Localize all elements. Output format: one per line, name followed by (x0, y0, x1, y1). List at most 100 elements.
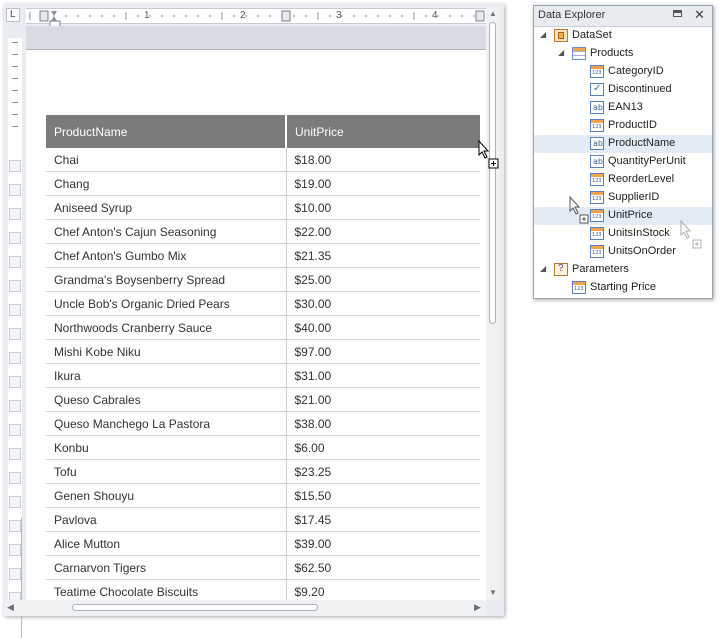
cell-unitprice[interactable]: $22.00 (286, 219, 480, 244)
row-selector[interactable] (9, 376, 21, 388)
table-row[interactable]: Chef Anton's Cajun Seasoning $22.00 (46, 219, 480, 244)
tree-node-dataset[interactable]: ◢ DataSet (534, 27, 712, 45)
cell-unitprice[interactable]: $21.00 (286, 387, 480, 412)
cell-productname[interactable]: Tofu (46, 459, 287, 484)
row-selector[interactable] (9, 496, 21, 508)
cell-productname[interactable]: Chang (46, 171, 287, 196)
cell-productname[interactable]: Teatime Chocolate Biscuits (46, 579, 287, 600)
row-selector[interactable] (9, 472, 21, 484)
row-selector[interactable] (9, 208, 21, 220)
cell-productname[interactable]: Grandma's Boysenberry Spread (46, 267, 287, 292)
cell-unitprice[interactable]: $17.45 (286, 507, 480, 532)
table-row[interactable]: Queso Cabrales $21.00 (46, 387, 480, 412)
cell-unitprice[interactable]: $10.00 (286, 195, 480, 220)
cell-unitprice[interactable]: $9.20 (286, 579, 480, 600)
horizontal-scrollbar[interactable]: ◀ ▶ (4, 600, 486, 616)
table-row[interactable]: Teatime Chocolate Biscuits $9.20 (46, 579, 480, 600)
tree-node-field[interactable]: SupplierID (534, 189, 712, 207)
horizontal-scroll-thumb[interactable] (72, 604, 318, 611)
vertical-scrollbar[interactable]: ▲ ▼ (486, 8, 500, 600)
cell-unitprice[interactable]: $15.50 (286, 483, 480, 508)
tree-node-products[interactable]: ◢ Products (534, 45, 712, 63)
table-row[interactable]: Aniseed Syrup $10.00 (46, 195, 480, 220)
cell-unitprice[interactable]: $97.00 (286, 339, 480, 364)
ruler-units-button[interactable]: L (6, 8, 20, 22)
row-selector[interactable] (9, 520, 21, 532)
ruler-margin-markers[interactable] (26, 9, 486, 23)
cell-productname[interactable]: Aniseed Syrup (46, 195, 287, 220)
collapse-arrow-icon[interactable]: ◢ (540, 265, 548, 273)
report-table[interactable]: ProductName UnitPrice Chai $18.00 Chang $19… (46, 115, 480, 600)
cell-productname[interactable]: Konbu (46, 435, 287, 460)
tree-node-parameter[interactable]: Starting Price (534, 279, 712, 297)
report-page[interactable]: ProductName UnitPrice Chai $18.00 Chang $19… (26, 50, 486, 600)
row-selector[interactable] (9, 400, 21, 412)
tree-node-field[interactable]: ProductID (534, 117, 712, 135)
row-selector[interactable] (9, 568, 21, 580)
tree-node-parameters[interactable]: ◢ Parameters (534, 261, 712, 279)
cell-unitprice[interactable]: $30.00 (286, 291, 480, 316)
cell-unitprice[interactable]: $25.00 (286, 267, 480, 292)
column-header-productname[interactable]: ProductName (46, 115, 287, 148)
table-row[interactable]: Pavlova $17.45 (46, 507, 480, 532)
cell-unitprice[interactable]: $19.00 (286, 171, 480, 196)
vertical-ruler[interactable] (8, 38, 22, 638)
tree-node-field[interactable]: EAN13 (534, 99, 712, 117)
cell-productname[interactable]: Northwoods Cranberry Sauce (46, 315, 287, 340)
scroll-left-arrow-icon[interactable]: ◀ (7, 602, 14, 613)
cell-productname[interactable]: Chai (46, 148, 287, 172)
row-selector[interactable] (9, 160, 21, 172)
table-row[interactable]: Northwoods Cranberry Sauce $40.00 (46, 315, 480, 340)
cell-unitprice[interactable]: $38.00 (286, 411, 480, 436)
cell-unitprice[interactable]: $21.35 (286, 243, 480, 268)
table-row[interactable]: Grandma's Boysenberry Spread $25.00 (46, 267, 480, 292)
tree-node-field[interactable]: CategoryID (534, 63, 712, 81)
table-row[interactable]: Tofu $23.25 (46, 459, 480, 484)
pin-icon[interactable] (673, 10, 682, 17)
tree-node-field[interactable]: QuantityPerUnit (534, 153, 712, 171)
tree-node-field[interactable]: ReorderLevel (534, 171, 712, 189)
row-selector[interactable] (9, 328, 21, 340)
row-selector[interactable] (9, 352, 21, 364)
row-selector[interactable] (9, 232, 21, 244)
tree-node-field[interactable]: ProductName (534, 135, 712, 153)
cell-productname[interactable]: Chef Anton's Cajun Seasoning (46, 219, 287, 244)
cell-productname[interactable]: Queso Manchego La Pastora (46, 411, 287, 436)
cell-productname[interactable]: Ikura (46, 363, 287, 388)
cell-unitprice[interactable]: $6.00 (286, 435, 480, 460)
table-row[interactable]: Queso Manchego La Pastora $38.00 (46, 411, 480, 436)
horizontal-ruler[interactable]: 1 2 3 4 (26, 8, 486, 24)
column-header-unitprice[interactable]: UnitPrice (286, 115, 480, 148)
cell-unitprice[interactable]: $31.00 (286, 363, 480, 388)
close-icon[interactable]: ✕ (694, 7, 705, 23)
table-row[interactable]: Ikura $31.00 (46, 363, 480, 388)
collapse-arrow-icon[interactable]: ◢ (558, 49, 566, 57)
row-selector[interactable] (9, 256, 21, 268)
cell-unitprice[interactable]: $18.00 (286, 148, 480, 172)
cell-productname[interactable]: Pavlova (46, 507, 287, 532)
table-row[interactable]: Chai $18.00 (46, 148, 480, 172)
scroll-right-arrow-icon[interactable]: ▶ (474, 602, 481, 613)
table-row[interactable]: Alice Mutton $39.00 (46, 531, 480, 556)
table-row[interactable]: Mishi Kobe Niku $97.00 (46, 339, 480, 364)
cell-unitprice[interactable]: $40.00 (286, 315, 480, 340)
row-selector[interactable] (9, 424, 21, 436)
table-row[interactable]: Konbu $6.00 (46, 435, 480, 460)
cell-unitprice[interactable]: $23.25 (286, 459, 480, 484)
row-selector[interactable] (9, 304, 21, 316)
cell-productname[interactable]: Genen Shouyu (46, 483, 287, 508)
row-selector[interactable] (9, 544, 21, 556)
tree-node-field[interactable]: Discontinued (534, 81, 712, 99)
collapse-arrow-icon[interactable]: ◢ (540, 31, 548, 39)
row-selector[interactable] (9, 448, 21, 460)
row-selector[interactable] (9, 184, 21, 196)
cell-productname[interactable]: Queso Cabrales (46, 387, 287, 412)
cell-unitprice[interactable]: $39.00 (286, 531, 480, 556)
panel-title-bar[interactable]: Data Explorer ✕ (534, 6, 712, 27)
table-row[interactable]: Genen Shouyu $15.50 (46, 483, 480, 508)
cell-productname[interactable]: Alice Mutton (46, 531, 287, 556)
table-row[interactable]: Carnarvon Tigers $62.50 (46, 555, 480, 580)
table-row[interactable]: Uncle Bob's Organic Dried Pears $30.00 (46, 291, 480, 316)
cell-productname[interactable]: Uncle Bob's Organic Dried Pears (46, 291, 287, 316)
scroll-up-arrow-icon[interactable]: ▲ (489, 9, 497, 18)
